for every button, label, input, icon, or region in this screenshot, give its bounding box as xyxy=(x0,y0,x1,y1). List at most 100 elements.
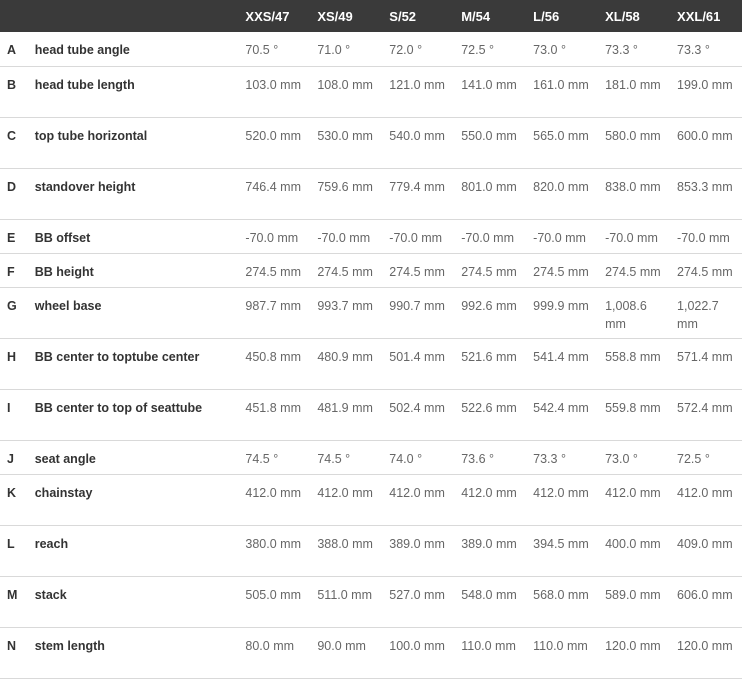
row-value: 380.0 mm xyxy=(245,536,301,551)
table-row: Ahead tube angle 70.5 ° 71.0 ° 72.0 ° 72.5 °… xyxy=(0,32,742,66)
row-value: 992.6 mm xyxy=(461,298,517,313)
row-value: -70.0 mm xyxy=(461,230,515,245)
row-value: 481.9 mm xyxy=(317,400,373,415)
row-value: 71.0 ° xyxy=(317,43,351,57)
row-label: top tube horizontal xyxy=(34,128,148,143)
header-size-xl: XL/58 xyxy=(605,8,640,24)
row-value: 746.4 mm xyxy=(245,179,301,194)
row-value: 450.8 mm xyxy=(245,349,301,364)
row-value: 74.0 ° xyxy=(389,451,423,466)
row-value: 838.0 mm xyxy=(605,179,661,194)
row-label: reach xyxy=(34,536,69,551)
row-value: 412.0 mm xyxy=(317,485,373,500)
row-value: 987.7 mm xyxy=(245,298,301,313)
row-value: 550.0 mm xyxy=(461,128,517,143)
row-label: standover height xyxy=(34,179,136,194)
row-value: 274.5 mm xyxy=(533,264,589,279)
row-value: 400.0 mm xyxy=(605,536,661,551)
row-value: 388.0 mm xyxy=(317,536,373,551)
row-value: 759.6 mm xyxy=(317,179,373,194)
row-value: -70.0 mm xyxy=(533,230,586,245)
row-value: 451.8 mm xyxy=(245,400,301,415)
row-value: 568.0 mm xyxy=(533,587,589,602)
row-value: 274.5 mm xyxy=(677,264,733,279)
header-label-cell xyxy=(28,0,239,32)
row-value: 274.5 mm xyxy=(317,264,373,279)
row-value: 103.0 mm xyxy=(245,77,301,92)
row-value: 540.0 mm xyxy=(389,128,445,143)
row-value: 505.0 mm xyxy=(245,587,301,602)
row-value: 73.3 ° xyxy=(533,451,566,466)
row-value: 72.5 ° xyxy=(677,451,710,466)
geometry-table: XXS/47 XS/49 S/52 M/54 L/56 XL/58 XXL/61… xyxy=(0,0,742,679)
row-value: 110.0 mm xyxy=(533,638,588,653)
table-row: Kchainstay 412.0 mm 412.0 mm 412.0 mm 412.0 … xyxy=(0,474,742,525)
row-value: 779.4 mm xyxy=(389,179,445,194)
row-value: 274.5 mm xyxy=(461,264,517,279)
row-letter: B xyxy=(7,77,17,92)
row-letter: C xyxy=(7,128,17,143)
table-row: Dstandover height 746.4 mm 759.6 mm 779.4 m… xyxy=(0,168,742,219)
row-label: seat angle xyxy=(34,451,96,466)
table-row: Nstem length 80.0 mm 90.0 mm 100.0 mm 110.0 … xyxy=(0,627,742,678)
row-value: 274.5 mm xyxy=(605,264,661,279)
table-row: Gwheel base 987.7 mm 993.7 mm 990.7 mm 992.6… xyxy=(0,287,742,338)
row-value: 120.0 mm xyxy=(677,638,733,653)
row-value: 572.4 mm xyxy=(677,400,733,415)
row-value: 1,008.6 mm xyxy=(605,298,647,331)
row-value: 541.4 mm xyxy=(533,349,589,364)
table-row: Mstack 505.0 mm 511.0 mm 527.0 mm 548.0 mm 56… xyxy=(0,576,742,627)
row-value: 409.0 mm xyxy=(677,536,733,551)
row-value: 108.0 mm xyxy=(317,77,373,92)
row-value: 72.5 ° xyxy=(461,43,495,57)
row-letter: H xyxy=(7,349,17,364)
table-row: E BB offset -70.0 mm -70.0 mm -70.0 mm -70.0 … xyxy=(0,219,742,253)
row-value: 121.0 mm xyxy=(389,77,445,92)
row-value: 412.0 mm xyxy=(533,485,589,500)
row-value: 520.0 mm xyxy=(245,128,301,143)
row-value: -70.0 mm xyxy=(245,230,299,245)
table-header: XXS/47 XS/49 S/52 M/54 L/56 XL/58 XXL/61 xyxy=(0,0,742,32)
row-value: 820.0 mm xyxy=(533,179,589,194)
table-row: I BB center to top of seattube 451.8 mm 481… xyxy=(0,389,742,440)
table-row: H BB center to toptube center 450.8 mm 480.… xyxy=(0,338,742,389)
row-value: 73.3 ° xyxy=(605,43,638,57)
header-size-xs: XS/49 xyxy=(317,8,353,24)
row-value: 274.5 mm xyxy=(245,264,301,279)
row-letter: F xyxy=(7,264,15,279)
table-row: Bhead tube length 103.0 mm 108.0 mm 121.0 m… xyxy=(0,66,742,117)
row-value: 80.0 mm xyxy=(245,638,295,653)
row-value: 72.0 ° xyxy=(389,43,423,57)
row-value: 990.7 mm xyxy=(389,298,445,313)
row-value: 502.4 mm xyxy=(389,400,445,415)
row-value: 74.5 ° xyxy=(245,451,279,466)
row-letter: N xyxy=(7,638,17,653)
row-value: 412.0 mm xyxy=(245,485,301,500)
row-value: 993.7 mm xyxy=(317,298,373,313)
row-letter: L xyxy=(7,536,15,551)
table-row: Jseat angle 74.5 ° 74.5 ° 74.0 ° 73.6 ° 73.3 … xyxy=(0,440,742,474)
row-label: stack xyxy=(34,587,67,602)
row-letter: E xyxy=(7,230,16,245)
row-value: 73.0 ° xyxy=(605,451,638,466)
row-value: 801.0 mm xyxy=(461,179,517,194)
row-label: BB center to top of seattube xyxy=(34,400,203,415)
row-value: 571.4 mm xyxy=(677,349,733,364)
header-row: XXS/47 XS/49 S/52 M/54 L/56 XL/58 XXL/61 xyxy=(0,0,742,32)
row-value: 527.0 mm xyxy=(389,587,445,602)
row-letter: D xyxy=(7,179,17,194)
row-value: 559.8 mm xyxy=(605,400,661,415)
row-value: 522.6 mm xyxy=(461,400,517,415)
row-letter: I xyxy=(7,400,11,415)
row-value: 181.0 mm xyxy=(605,77,661,92)
row-value: 90.0 mm xyxy=(317,638,366,653)
row-value: 110.0 mm xyxy=(461,638,516,653)
row-value: 74.5 ° xyxy=(317,451,351,466)
row-value: 565.0 mm xyxy=(533,128,589,143)
row-value: 73.0 ° xyxy=(533,43,566,57)
row-value: -70.0 mm xyxy=(677,230,730,245)
row-value: 548.0 mm xyxy=(461,587,517,602)
row-label: BB height xyxy=(34,264,94,279)
row-value: 120.0 mm xyxy=(605,638,661,653)
row-value: 412.0 mm xyxy=(461,485,517,500)
